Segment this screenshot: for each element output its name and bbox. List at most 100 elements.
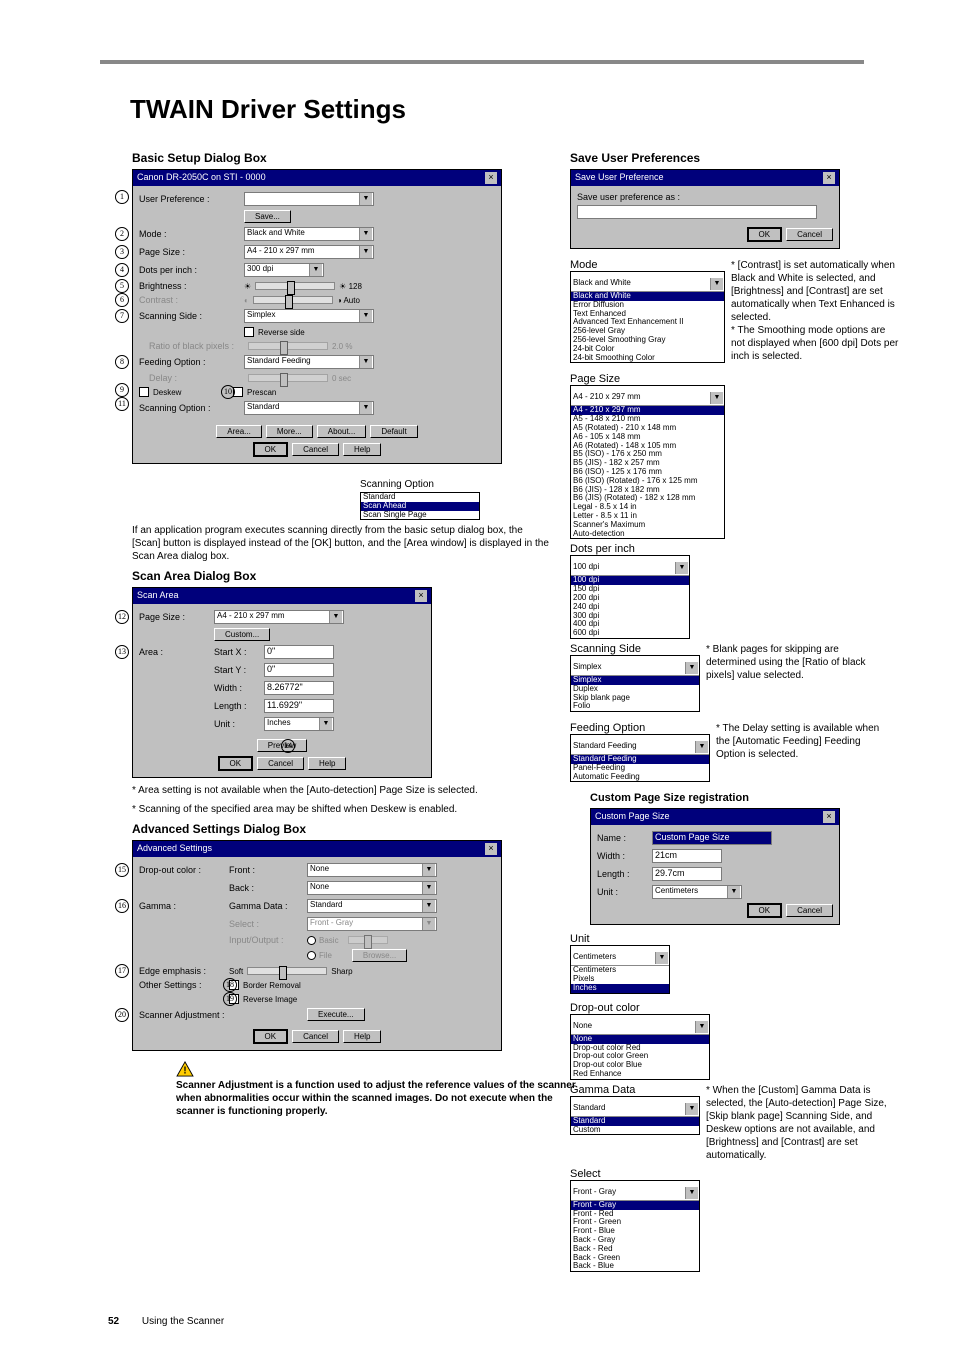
label-other: Other Settings : xyxy=(139,980,229,990)
close-icon[interactable]: × xyxy=(823,172,835,184)
feed-combo[interactable]: Standard Feeding xyxy=(244,355,374,369)
mode-combo[interactable]: Black and White xyxy=(244,227,374,241)
adv-cancel-button[interactable]: Cancel xyxy=(292,1030,339,1043)
svg-text:!: ! xyxy=(183,1065,186,1076)
r-pagesize-combo[interactable]: A4 - 210 x 297 mm xyxy=(571,392,724,406)
length-input[interactable]: 11.6929" xyxy=(264,699,334,713)
contrast-slider xyxy=(253,296,333,304)
close-icon[interactable]: × xyxy=(485,843,497,855)
about-button[interactable]: About... xyxy=(317,425,367,438)
label-edge: Edge emphasis : xyxy=(139,966,229,976)
advanced-dialog: Advanced Settings× 15 Drop-out color : F… xyxy=(132,840,502,1051)
area-button[interactable]: Area... xyxy=(216,425,262,438)
sp-ok-button[interactable]: OK xyxy=(747,227,783,242)
basic-dlg-title: Canon DR-2050C on STI - 0000 xyxy=(137,172,266,184)
list-item[interactable]: 600 dpi xyxy=(571,629,689,638)
scan-area-dialog: Scan Area× 12 Page Size : A4 - 210 x 297… xyxy=(132,587,432,778)
brightness-value: 128 xyxy=(349,282,362,291)
default-button[interactable]: Default xyxy=(370,425,417,438)
ratio-slider xyxy=(248,342,328,350)
sa-page-size-combo[interactable]: A4 - 210 x 297 mm xyxy=(214,610,344,624)
label-scanner-adj: Scanner Adjustment : xyxy=(139,1010,229,1020)
startx-input[interactable]: 0" xyxy=(264,645,334,659)
savepref-input[interactable] xyxy=(577,205,817,219)
label-length: Length : xyxy=(214,701,264,711)
marker-6: 6 xyxy=(115,293,129,307)
sa-ok-button[interactable]: OK xyxy=(218,756,254,771)
label-gammadata: Gamma Data : xyxy=(229,901,307,911)
label-cp-unit: Unit : xyxy=(597,887,652,897)
adv-help-button[interactable]: Help xyxy=(343,1030,381,1043)
sa-cancel-button[interactable]: Cancel xyxy=(257,757,304,770)
list-item[interactable]: Custom xyxy=(571,1126,699,1135)
scan-opt-item[interactable]: Scan Single Page xyxy=(361,511,479,520)
label-reverse-side: Reverse side xyxy=(258,328,305,337)
list-item[interactable]: Red Enhance xyxy=(571,1070,709,1079)
label-contrast: Contrast : xyxy=(139,295,244,305)
list-item[interactable]: Inches xyxy=(571,984,669,993)
edge-slider[interactable] xyxy=(247,967,327,975)
label-r-dpi: Dots per inch xyxy=(570,543,910,555)
sp-cancel-button[interactable]: Cancel xyxy=(786,228,833,241)
r-dropout-combo[interactable]: None xyxy=(571,1021,709,1035)
basic-heading: Basic Setup Dialog Box xyxy=(132,151,550,165)
marker-2: 2 xyxy=(115,227,129,241)
unit-combo[interactable]: Inches xyxy=(264,717,334,731)
cp-cancel-button[interactable]: Cancel xyxy=(786,904,833,917)
more-button[interactable]: More... xyxy=(266,425,313,438)
scan-side-combo[interactable]: Simplex xyxy=(244,309,374,323)
reverse-side-checkbox[interactable] xyxy=(244,327,254,337)
scan-opt-combo[interactable]: Standard xyxy=(244,401,374,415)
dpi-combo[interactable]: 300 dpi xyxy=(244,263,324,277)
custom-button[interactable]: Custom... xyxy=(214,628,270,641)
save-button[interactable]: Save... xyxy=(244,210,291,223)
ok-button[interactable]: OK xyxy=(253,442,289,457)
label-r-dropout: Drop-out color xyxy=(570,1002,910,1014)
close-icon[interactable]: × xyxy=(823,811,835,823)
list-item[interactable]: Automatic Feeding xyxy=(571,773,709,782)
sa-help-button[interactable]: Help xyxy=(308,757,346,770)
label-ratio: Ratio of black pixels : xyxy=(139,341,244,351)
r-dpi-combo[interactable]: 100 dpi xyxy=(571,562,689,576)
ratio-value: 2.0 % xyxy=(332,342,352,351)
r-feed-combo[interactable]: Standard Feeding xyxy=(571,741,709,755)
cp-ok-button[interactable]: OK xyxy=(747,903,783,918)
list-item[interactable]: 24-bit Smoothing Color xyxy=(571,354,724,363)
width-input[interactable]: 8.26772" xyxy=(264,681,334,695)
deskew-checkbox[interactable] xyxy=(139,387,149,397)
user-pref-combo[interactable] xyxy=(244,192,374,206)
close-icon[interactable]: × xyxy=(415,590,427,602)
select-combo: Front - Gray xyxy=(307,917,437,931)
cp-unit-combo[interactable]: Centimeters xyxy=(652,885,742,899)
cp-width-input[interactable]: 21cm xyxy=(652,849,722,863)
label-cp-width: Width : xyxy=(597,851,652,861)
r-unit-combo[interactable]: Centimeters xyxy=(571,952,669,966)
list-item[interactable]: Folio xyxy=(571,702,699,711)
cancel-button[interactable]: Cancel xyxy=(292,443,339,456)
close-icon[interactable]: × xyxy=(485,172,497,184)
brightness-slider[interactable] xyxy=(255,282,335,290)
execute-button[interactable]: Execute... xyxy=(307,1008,365,1021)
list-item[interactable]: Auto-detection xyxy=(571,530,724,539)
r-scanside-combo[interactable]: Simplex xyxy=(571,662,699,676)
label-file-radio: File xyxy=(319,951,332,960)
r-gammadata-combo[interactable]: Standard xyxy=(571,1103,699,1117)
r-mode-combo[interactable]: Black and White xyxy=(571,278,724,292)
list-item[interactable]: Skip blank page xyxy=(571,694,699,703)
cp-length-input[interactable]: 29.7cm xyxy=(652,867,722,881)
adv-ok-button[interactable]: OK xyxy=(253,1029,289,1044)
cp-name-input[interactable]: Custom Page Size xyxy=(652,831,772,845)
page-size-combo[interactable]: A4 - 210 x 297 mm xyxy=(244,245,374,259)
help-button[interactable]: Help xyxy=(343,443,381,456)
label-r-select: Select xyxy=(570,1168,910,1180)
contrast-value: Auto xyxy=(343,296,359,305)
back-combo[interactable]: None xyxy=(307,881,437,895)
marker-20: 20 xyxy=(115,1008,129,1022)
marker-19: 19 xyxy=(223,992,237,1006)
gammadata-combo[interactable]: Standard xyxy=(307,899,437,913)
list-item[interactable]: Back - Blue xyxy=(571,1262,699,1271)
r-select-combo[interactable]: Front - Gray xyxy=(571,1187,699,1201)
starty-input[interactable]: 0" xyxy=(264,663,334,677)
front-combo[interactable]: None xyxy=(307,863,437,877)
label-page-size: Page Size : xyxy=(139,247,244,257)
